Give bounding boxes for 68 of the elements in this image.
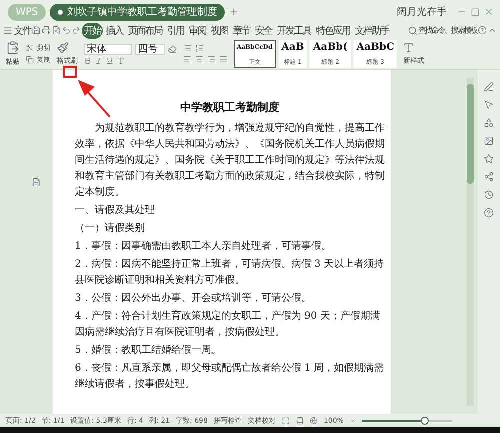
menu-tab[interactable]: 页面布局 bbox=[126, 22, 164, 38]
help-icon[interactable] bbox=[484, 208, 494, 218]
cut-icon[interactable] bbox=[26, 44, 34, 52]
image-icon[interactable] bbox=[484, 136, 494, 146]
size-select[interactable]: 四号 bbox=[135, 44, 165, 54]
paragraph: 1．事假：因事确需由教职工本人亲自处理者，可请事假。 bbox=[75, 240, 332, 254]
menu-tab[interactable]: 开始 bbox=[82, 22, 103, 38]
copy-icon[interactable] bbox=[26, 56, 34, 64]
search-icon[interactable] bbox=[408, 26, 418, 36]
italic-icon[interactable] bbox=[95, 56, 103, 64]
menu-tab[interactable]: 安全 bbox=[253, 22, 274, 38]
save-icon[interactable] bbox=[32, 26, 41, 35]
book-icon[interactable] bbox=[296, 416, 304, 424]
highlight-box bbox=[63, 66, 77, 78]
align-center-icon[interactable] bbox=[195, 55, 204, 64]
font-select[interactable]: 宋体 bbox=[84, 44, 132, 54]
collapse-icon[interactable] bbox=[488, 26, 497, 35]
menu-tab[interactable]: 特色应用 bbox=[314, 22, 352, 38]
history-icon[interactable] bbox=[484, 190, 494, 200]
menu-tab[interactable]: 文档助手 bbox=[353, 22, 391, 38]
numbered-list-icon[interactable] bbox=[195, 44, 204, 53]
paragraph: 6．丧假：凡直系亲属，即父母或配偶亡故者给公假 1 周，如假期满需继续请假者，按事假处理。 bbox=[75, 362, 385, 392]
paragraph: 5．婚假：教职工结婚给假一周。 bbox=[75, 344, 222, 358]
menu-tab[interactable]: 开发工具 bbox=[275, 22, 313, 38]
command-search[interactable]: 查找命令、搜索模板 bbox=[418, 25, 477, 36]
bullet-list-icon[interactable] bbox=[183, 44, 192, 53]
paragraph: 一、请假及其处理 bbox=[75, 204, 156, 218]
bold-icon[interactable] bbox=[84, 56, 92, 64]
paragraph: 2．病假：因病不能坚持正常上班者，可请病假。病假 3 天以上者须持县医院诊断证明和相关资料方可准假。 bbox=[75, 258, 385, 288]
justify-icon[interactable] bbox=[219, 55, 228, 64]
menu-tab[interactable]: 插入 bbox=[104, 22, 125, 38]
scrollbar[interactable] bbox=[467, 78, 474, 406]
file-menu[interactable]: 文件 bbox=[14, 24, 31, 38]
align-right-icon[interactable] bbox=[207, 55, 216, 64]
paragraph: 4．产假：符合计划生育政策规定的女职工，产假为 90 天；产假期满因病需继续治疗且有医院证明者，按病假处理。 bbox=[75, 310, 382, 340]
redo-icon[interactable] bbox=[72, 26, 81, 35]
document-title: 中学教职工考勤制度 bbox=[180, 100, 280, 115]
pen-icon[interactable] bbox=[484, 82, 494, 92]
print-icon[interactable] bbox=[42, 26, 51, 35]
brush-icon[interactable] bbox=[57, 42, 69, 54]
star-icon[interactable] bbox=[484, 154, 494, 164]
globe-icon[interactable] bbox=[310, 416, 318, 424]
pointer-icon[interactable] bbox=[484, 100, 494, 110]
paste-icon[interactable] bbox=[6, 41, 20, 55]
document-tab[interactable]: 刘坎子镇中学教职工考勤管理制度 bbox=[50, 4, 226, 20]
preview-icon[interactable] bbox=[52, 26, 61, 35]
shapes-icon[interactable] bbox=[484, 118, 494, 128]
close-icon[interactable] bbox=[484, 7, 494, 17]
undo-icon[interactable] bbox=[62, 26, 71, 35]
help-icon[interactable] bbox=[478, 26, 487, 35]
annotation-arrow bbox=[78, 80, 111, 118]
share-icon[interactable] bbox=[484, 172, 494, 182]
styles-icon[interactable] bbox=[403, 42, 416, 54]
underline-icon[interactable] bbox=[106, 56, 114, 64]
menu-icon[interactable] bbox=[3, 26, 13, 36]
paragraph: （一）请假类别 bbox=[75, 222, 146, 236]
text-color-icon[interactable] bbox=[117, 56, 125, 64]
paragraph: 3．公假：因公外出办事、开会或培训等，可请公假。 bbox=[75, 292, 312, 306]
eraser-icon[interactable] bbox=[168, 44, 177, 54]
maximize-icon[interactable] bbox=[471, 8, 480, 16]
paragraph: 为规范教职工的教育教学行为，增强遵规守纪的自觉性，提高工作效率，依据《中华人民共和国劳动法》、《国务院机关工作人员病假期间生活待遇的规定》、国务院《关于职工工作时间的规定》等法律法规和教育主管部门有关教职工考勤方面的政策规定，结合我校实际，特制定本制度。 bbox=[75, 122, 385, 200]
new-tab-icon[interactable] bbox=[229, 7, 240, 17]
user-name[interactable]: 阔月光在手 bbox=[397, 5, 447, 19]
menu-tab[interactable]: 审阅 bbox=[187, 22, 208, 38]
menu-tab[interactable]: 视图 bbox=[209, 22, 230, 38]
menu-tab[interactable]: 引用 bbox=[165, 22, 186, 38]
align-left-icon[interactable] bbox=[183, 55, 192, 64]
menu-tab[interactable]: 章节 bbox=[231, 22, 252, 38]
